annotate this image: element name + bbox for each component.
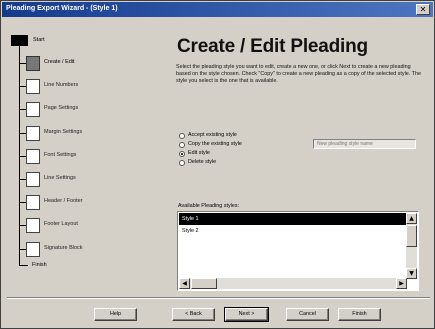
step-item: Line Numbers — [11, 77, 156, 97]
finish-button[interactable]: Finish — [338, 308, 381, 321]
scroll-right-button[interactable]: ▶ — [396, 278, 407, 289]
close-button[interactable]: ✕ — [416, 4, 430, 15]
step-checkbox-icon — [26, 148, 40, 164]
button-divider — [7, 297, 430, 299]
step-connector — [19, 86, 26, 88]
start-label: Start — [33, 37, 45, 43]
cancel-button[interactable]: Cancel — [286, 308, 329, 321]
step-item: Create / Edit — [11, 54, 156, 74]
step-label: Line Numbers — [44, 82, 79, 89]
radio-icon[interactable] — [179, 142, 185, 148]
vertical-scrollbar[interactable]: ▲ ▼ — [406, 213, 417, 279]
step-checkbox-icon — [26, 241, 40, 257]
step-connector — [19, 179, 26, 180]
finish-label: Finish — [32, 262, 47, 268]
back-button[interactable]: < Back — [172, 308, 215, 321]
scroll-down-button[interactable]: ▼ — [406, 268, 417, 279]
page-description: Select the pleading style you want to ed… — [176, 64, 421, 84]
step-connector — [19, 155, 26, 157]
radio-icon[interactable] — [179, 133, 185, 139]
step-label: Line Settings — [44, 175, 76, 181]
styles-list-label: Available Pleading styles: — [178, 203, 240, 209]
step-checkbox-icon — [26, 79, 40, 95]
step-item: Font Settings — [11, 147, 156, 167]
step-connector — [19, 109, 26, 111]
style-option[interactable]: Copy the existing style — [179, 141, 319, 149]
step-label: Margin Settings — [44, 128, 83, 135]
step-label: Footer Layout — [44, 221, 78, 228]
style-option[interactable]: Accept existing style — [179, 132, 319, 140]
next-button[interactable]: Next > — [224, 307, 269, 322]
step-current-icon — [26, 56, 40, 71]
style-option-label: Delete style — [188, 159, 217, 165]
horizontal-scrollbar[interactable]: ◀ ▶ — [179, 278, 407, 289]
step-item: Header / Footer — [11, 193, 156, 213]
step-connector — [19, 248, 26, 250]
step-connector — [19, 202, 26, 204]
style-option-label: Accept existing style — [188, 132, 237, 138]
vertical-scroll-thumb[interactable] — [406, 225, 417, 247]
step-checkbox-icon — [26, 102, 40, 118]
window-title: Pleading Export Wizard - (Style 1) — [6, 5, 118, 12]
step-item: Footer Layout — [11, 216, 156, 236]
page-title: Create / Edit Pleading — [177, 36, 368, 57]
style-option-label: Copy the existing style — [188, 141, 242, 147]
radio-selected-icon[interactable] — [179, 151, 185, 157]
step-label: Signature Block — [44, 244, 83, 251]
radio-icon[interactable] — [179, 160, 185, 166]
step-item: Line Settings — [11, 170, 156, 190]
style-name-field[interactable]: New pleading style name — [313, 139, 416, 149]
style-option[interactable]: Delete style — [179, 159, 319, 167]
step-checkbox-icon — [26, 125, 40, 141]
styles-listbox[interactable]: Style 1 Style 2 ▲ ▼ ◀ ▶ — [177, 211, 419, 291]
step-checkbox-icon — [26, 195, 40, 211]
style-option-label: Edit style — [188, 150, 210, 156]
horizontal-scroll-thumb[interactable] — [191, 278, 217, 289]
list-item[interactable]: Style 1 — [179, 213, 407, 225]
step-item: Margin Settings — [11, 124, 156, 144]
step-label: Header / Footer — [44, 198, 83, 205]
help-button[interactable]: Help — [94, 308, 137, 321]
style-option[interactable]: Edit style — [179, 150, 319, 158]
step-checkbox-icon — [26, 172, 40, 187]
title-bar[interactable]: Pleading Export Wizard - (Style 1) ✕ — [2, 2, 433, 17]
step-checkbox-icon — [26, 218, 40, 234]
start-marker-icon — [11, 35, 28, 46]
step-item: Signature Block — [11, 240, 156, 260]
scroll-left-button[interactable]: ◀ — [179, 278, 190, 289]
step-connector — [19, 63, 26, 64]
step-item: Page Settings — [11, 100, 156, 120]
wizard-window: Pleading Export Wizard - (Style 1) ✕ Sta… — [0, 0, 435, 329]
list-item[interactable]: Style 2 — [179, 225, 407, 237]
step-label: Create / Edit — [44, 59, 75, 65]
steps-panel: Start Create / Edit Line Numbers Page Sett… — [11, 28, 156, 288]
step-connector — [19, 225, 26, 227]
step-label: Font Settings — [44, 151, 77, 158]
step-connector — [19, 132, 26, 134]
step-label: Page Settings — [44, 105, 79, 112]
end-connector — [19, 265, 28, 266]
style-options: Accept existing style Copy the existing s… — [179, 132, 319, 168]
scroll-up-button[interactable]: ▲ — [406, 213, 417, 224]
